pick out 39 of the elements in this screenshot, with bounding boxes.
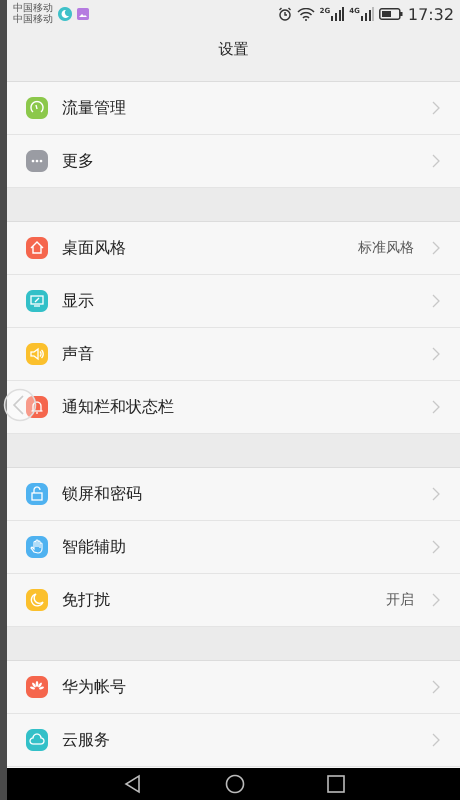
signal-icon: [330, 7, 344, 21]
carrier-name: 中国移动: [13, 14, 53, 25]
alarm-icon: [278, 7, 292, 21]
chevron-icon: [432, 400, 440, 414]
monitor-icon: [26, 290, 48, 312]
home-icon[interactable]: [224, 774, 244, 794]
chevron-icon: [432, 154, 440, 168]
image-icon: [77, 8, 89, 20]
chevron-icon: [432, 347, 440, 361]
signal-icon: [360, 7, 374, 21]
more-icon: [26, 150, 48, 172]
gauge-icon: [26, 97, 48, 119]
flower-icon: [26, 676, 48, 698]
chevron-icon: [432, 294, 440, 308]
back-gesture-icon[interactable]: [3, 388, 37, 422]
back-icon[interactable]: [122, 774, 142, 794]
chevron-icon: [432, 680, 440, 694]
chevron-icon: [432, 733, 440, 747]
chevron-icon: [432, 101, 440, 115]
page-title: 设置: [218, 40, 248, 58]
bell-icon: [26, 396, 48, 418]
clock-time: 17:32: [408, 4, 454, 24]
carrier-name: 中国移动: [13, 3, 53, 14]
chevron-icon: [432, 487, 440, 501]
battery-icon: [378, 8, 403, 20]
item-value: 标准风格: [358, 239, 414, 257]
chevron-icon: [432, 593, 440, 607]
recent-apps-icon[interactable]: [326, 775, 344, 793]
speaker-icon: [26, 343, 48, 365]
home-icon: [26, 237, 48, 259]
moon-icon: [26, 589, 48, 611]
cloud-icon: [26, 729, 48, 751]
moon-icon: [58, 7, 72, 21]
chevron-icon: [432, 540, 440, 554]
item-value: 开启: [386, 591, 414, 609]
wifi-icon: [296, 8, 315, 20]
chevron-icon: [432, 241, 440, 255]
unlock-icon: [26, 483, 48, 505]
hand-icon: [26, 536, 48, 558]
